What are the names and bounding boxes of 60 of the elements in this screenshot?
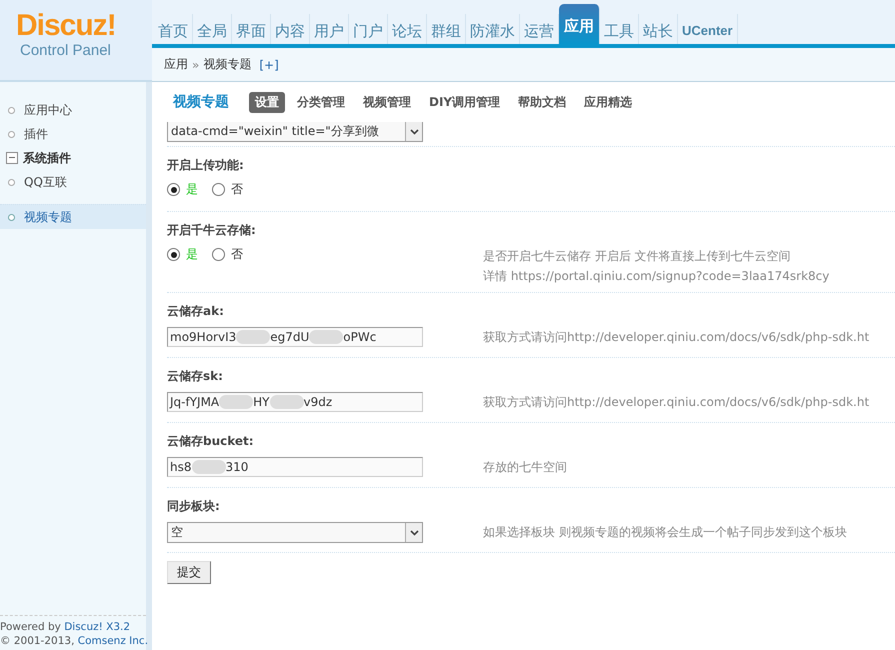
help-text: 存放的七牛空间 bbox=[483, 459, 567, 476]
help-text: 获取方式请访问http://developer.qiniu.com/docs/v6/sdk/php-sdk.ht bbox=[483, 329, 870, 346]
nav-tab[interactable]: 界面 bbox=[232, 14, 271, 44]
tab[interactable]: 视频管理 bbox=[357, 92, 417, 112]
breadcrumb-item[interactable]: 应用 bbox=[164, 56, 188, 74]
tab[interactable]: 帮助文档 bbox=[512, 92, 572, 112]
powered-by-text: Powered by Discuz! X3.2 bbox=[0, 620, 132, 634]
collapse-icon[interactable] bbox=[6, 152, 18, 164]
logo-subtitle: Control Panel bbox=[20, 42, 112, 60]
setting-label: 开启上传功能: bbox=[167, 157, 245, 174]
nav-tab[interactable]: 门户 bbox=[349, 14, 388, 44]
nav-tab[interactable]: 全局 bbox=[193, 14, 232, 44]
select-field[interactable]: 空 bbox=[167, 522, 423, 543]
setting-label: 同步板块: bbox=[167, 498, 221, 515]
sidebar-item[interactable]: QQ互联 bbox=[0, 170, 146, 194]
help-text: 是否开启七牛云储存 开启后 文件将直接上传到七牛云空间 bbox=[483, 248, 792, 265]
input-field[interactable]: mo9HorvI3 eg7dU oPWc bbox=[167, 327, 423, 347]
help-text: 详情 https://portal.qiniu.com/signup?code=3laa174srk8cy bbox=[483, 268, 830, 285]
copyright-text: © 2001-2013, Comsenz Inc. bbox=[0, 634, 146, 648]
nav-tab[interactable]: 用户 bbox=[310, 14, 349, 44]
setting-label: 云储存ak: bbox=[167, 303, 225, 320]
breadcrumb-separator: » bbox=[192, 58, 200, 72]
breadcrumb-item: 视频专题 bbox=[203, 56, 252, 74]
radio-button[interactable] bbox=[212, 248, 225, 261]
tab[interactable]: DIY调用管理 bbox=[423, 92, 506, 112]
input-field[interactable]: hs8 310 bbox=[167, 457, 423, 477]
radio-label: 否 bbox=[231, 181, 243, 198]
help-text: 获取方式请访问http://developer.qiniu.com/docs/v6/sdk/php-sdk.ht bbox=[483, 394, 870, 411]
nav-tab[interactable]: 防灌水 bbox=[466, 14, 520, 44]
nav-tab[interactable]: 工具 bbox=[600, 14, 639, 44]
page-title: 视频专题 bbox=[173, 93, 229, 111]
sidebar-item[interactable]: 视频专题 bbox=[0, 204, 146, 229]
nav-tab[interactable]: 首页 bbox=[154, 14, 193, 44]
setting-label: 开启千牛云存储: bbox=[167, 222, 257, 239]
input-field[interactable]: Jq-fYJMA HY v9dz bbox=[167, 392, 423, 412]
setting-label: 云储存sk: bbox=[167, 368, 224, 385]
help-text: 如果选择板块 则视频专题的视频将会生成一个帖子同步发到这个板块 bbox=[483, 524, 847, 541]
radio-label: 是 bbox=[186, 246, 198, 263]
nav-tab[interactable]: 站长 bbox=[639, 14, 678, 44]
radio-button[interactable] bbox=[167, 248, 180, 261]
radio-label: 是 bbox=[186, 181, 198, 198]
select-field[interactable]: data-cmd="weixin" title="分享到微 bbox=[167, 122, 423, 142]
radio-button[interactable] bbox=[167, 183, 180, 196]
nav-tab[interactable]: 内容 bbox=[271, 14, 310, 44]
setting-label: 云储存bucket: bbox=[167, 433, 255, 450]
nav-tab[interactable]: UCenter bbox=[678, 14, 738, 44]
sidebar-group[interactable]: 系统插件 bbox=[23, 150, 71, 166]
tab[interactable]: 应用精选 bbox=[578, 92, 638, 112]
radio-label: 否 bbox=[231, 246, 243, 263]
nav-tab[interactable]: 论坛 bbox=[388, 14, 427, 44]
sidebar-item[interactable]: 插件 bbox=[0, 122, 146, 146]
add-shortcut-link[interactable]: [+] bbox=[259, 58, 279, 72]
logo: Discuz! bbox=[16, 10, 117, 42]
tab[interactable]: 分类管理 bbox=[291, 92, 351, 112]
submit-button[interactable]: 提交 bbox=[167, 561, 211, 584]
nav-tab[interactable]: 群组 bbox=[427, 14, 466, 44]
nav-tab[interactable]: 应用 bbox=[559, 4, 600, 44]
radio-button[interactable] bbox=[212, 183, 225, 196]
tab[interactable]: 设置 bbox=[249, 92, 285, 112]
sidebar-item[interactable]: 应用中心 bbox=[0, 98, 146, 122]
